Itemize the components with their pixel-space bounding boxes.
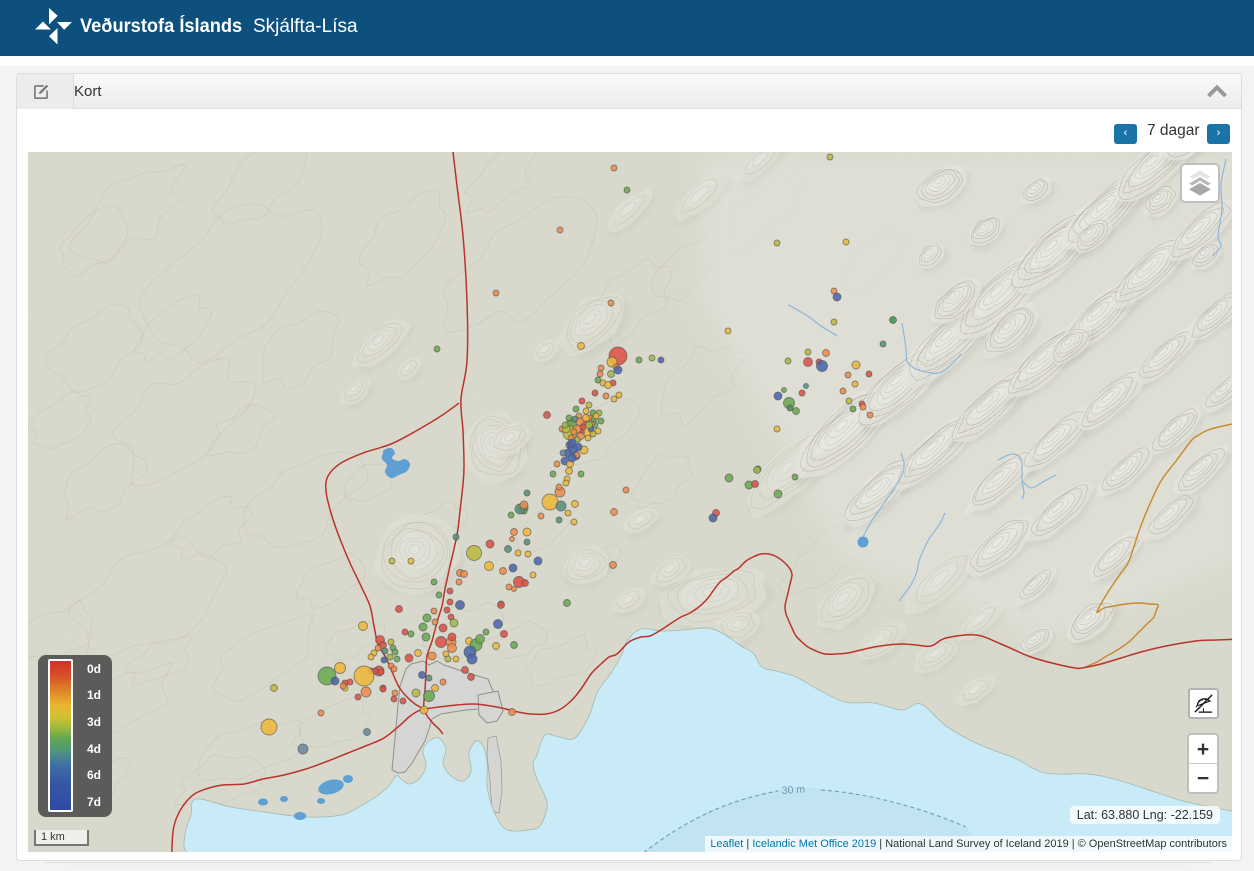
svg-text:30 m: 30 m xyxy=(781,783,805,797)
